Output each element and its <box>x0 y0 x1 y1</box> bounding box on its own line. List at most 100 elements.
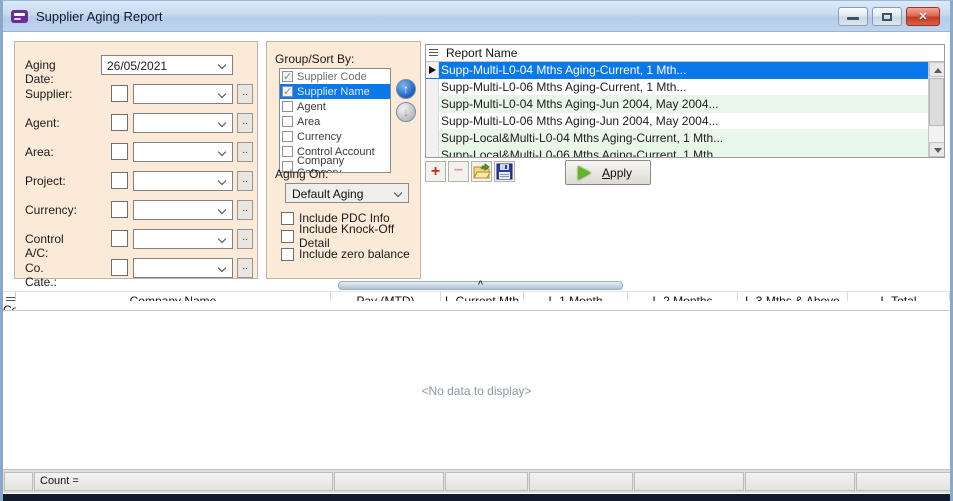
add-report-button[interactable]: + <box>425 161 446 182</box>
app-icon <box>11 10 28 23</box>
column-header-l-1-month[interactable]: L-1 Month <box>524 292 628 301</box>
arrow-down-icon: ↓ <box>397 105 415 119</box>
project-browse-button[interactable]: .. <box>237 171 253 191</box>
report-list-scrollbar[interactable] <box>928 62 944 157</box>
currency-combobox[interactable] <box>133 200 233 220</box>
include-zero-balance-checkbox[interactable]: Include zero balance <box>281 246 410 262</box>
report-row-selected[interactable]: Supp-Multi-L0-04 Mths Aging-Current, 1 M… <box>426 62 929 79</box>
column-header-l-total[interactable]: L-Total <box>848 292 950 301</box>
control-ac-browse-button[interactable]: .. <box>237 229 253 249</box>
co-cate-checkbox[interactable] <box>111 259 128 276</box>
collapse-arrow-icon: ^ <box>478 279 483 289</box>
save-report-button[interactable] <box>494 161 515 182</box>
currency-browse-button[interactable]: .. <box>237 200 253 220</box>
report-row-clipped[interactable]: Supp-Local&Multi-L0-06 Mths Aging-Curren… <box>426 147 929 157</box>
row-indicator <box>426 130 439 146</box>
column-header-col06[interactable]: Col.06 <box>3 301 16 310</box>
unchecked-checkbox[interactable] <box>282 116 293 127</box>
no-data-message: <No data to display> <box>3 384 950 398</box>
area-checkbox[interactable] <box>111 143 128 160</box>
play-triangle-icon <box>578 166 591 180</box>
column-header-l-3-mths-above[interactable]: L-3 Mths & Above <box>738 292 848 301</box>
triangle-down-icon <box>934 148 942 153</box>
column-header-l-2-months[interactable]: L-2 Months <box>628 292 738 301</box>
co-cate-label: Co. Cate.: <box>25 261 57 289</box>
report-row[interactable]: Supp-Local&Multi-L0-04 Mths Aging-Curren… <box>426 130 929 147</box>
close-button[interactable]: ✕ <box>906 7 940 26</box>
apply-button[interactable]: Apply <box>565 160 651 185</box>
aging-date-value: 26/05/2021 <box>107 59 167 73</box>
row-indicator <box>426 96 439 112</box>
co-cate-browse-button[interactable]: .. <box>237 258 253 278</box>
report-toolbar: + − <box>425 161 515 183</box>
agent-browse-button[interactable]: .. <box>237 113 253 133</box>
footer-count-cell: Count = <box>34 472 333 491</box>
save-floppy-icon <box>495 162 514 181</box>
report-name-column-header[interactable]: Report Name <box>426 45 944 62</box>
chevron-down-icon <box>218 90 226 98</box>
group-sort-item-supplier-name[interactable]: Supplier Name <box>280 84 390 99</box>
collapse-splitter[interactable]: ^ <box>338 281 623 290</box>
column-header-company-name[interactable]: Company Name <box>16 292 331 301</box>
chevron-down-icon <box>218 264 226 272</box>
minimize-button[interactable] <box>838 7 868 26</box>
move-up-button[interactable]: ↑ <box>396 79 416 99</box>
scroll-down-button[interactable] <box>929 142 945 157</box>
client-area: Aging Date: 26/05/2021 Supplier: .. Agen… <box>3 33 950 495</box>
area-browse-button[interactable]: .. <box>237 142 253 162</box>
row-indicator <box>426 147 439 157</box>
aging-on-value: Default Aging <box>292 187 363 201</box>
chevron-down-icon <box>218 177 226 185</box>
group-sort-item-agent[interactable]: Agent <box>280 99 390 114</box>
row-indicator <box>426 62 439 78</box>
triangle-up-icon <box>934 68 942 73</box>
row-indicator <box>426 79 439 95</box>
results-grid-body: <No data to display> <box>3 312 950 468</box>
unchecked-checkbox[interactable] <box>282 101 293 112</box>
supplier-combobox[interactable] <box>133 84 233 104</box>
checked-checkbox[interactable] <box>282 71 293 82</box>
chevron-down-icon <box>218 148 226 156</box>
remove-report-button[interactable]: − <box>448 161 469 182</box>
aging-on-combobox[interactable]: Default Aging <box>285 183 409 203</box>
report-row[interactable]: Supp-Multi-L0-06 Mths Aging-Current, 1 M… <box>426 79 929 96</box>
currency-checkbox[interactable] <box>111 201 128 218</box>
open-report-button[interactable] <box>471 161 492 182</box>
column-header-pay-mtd[interactable]: Pay (MTD) <box>331 292 441 301</box>
agent-combobox[interactable] <box>133 113 233 133</box>
title-bar: Supplier Aging Report ✕ <box>3 1 950 32</box>
grid-indicator-cell <box>3 292 16 301</box>
group-sort-item-supplier-code[interactable]: Supplier Code <box>280 69 390 84</box>
area-combobox[interactable] <box>133 142 233 162</box>
report-row[interactable]: Supp-Multi-L0-06 Mths Aging-Jun 2004, Ma… <box>426 113 929 130</box>
unchecked-checkbox[interactable] <box>282 146 293 157</box>
currency-label: Currency: <box>25 203 77 217</box>
agent-checkbox[interactable] <box>111 114 128 131</box>
group-sort-item-area[interactable]: Area <box>280 114 390 129</box>
report-row[interactable]: Supp-Multi-L0-04 Mths Aging-Jun 2004, Ma… <box>426 96 929 113</box>
aging-date-label: Aging Date: <box>25 58 56 86</box>
footer-cell <box>334 472 444 491</box>
group-sort-item-currency[interactable]: Currency <box>280 129 390 144</box>
maximize-button[interactable] <box>872 7 902 26</box>
supplier-browse-button[interactable]: .. <box>237 84 253 104</box>
footer-cell <box>634 472 744 491</box>
row-indicator-icon <box>429 49 438 58</box>
unchecked-checkbox[interactable] <box>282 131 293 142</box>
column-header-l-current-mth[interactable]: L-Current Mth <box>441 292 524 301</box>
footer-cell <box>745 472 855 491</box>
footer-indicator-cell <box>4 472 33 491</box>
control-ac-combobox[interactable] <box>133 229 233 249</box>
include-knock-off-detail-checkbox[interactable]: Include Knock-Off Detail <box>281 228 420 244</box>
checked-checkbox[interactable] <box>282 86 293 97</box>
project-checkbox[interactable] <box>111 172 128 189</box>
chevron-down-icon <box>218 206 226 214</box>
aging-date-combobox[interactable]: 26/05/2021 <box>101 55 233 75</box>
scroll-up-button[interactable] <box>929 62 945 77</box>
control-ac-checkbox[interactable] <box>111 230 128 247</box>
co-cate-combobox[interactable] <box>133 258 233 278</box>
scrollbar-thumb[interactable] <box>929 78 944 126</box>
project-combobox[interactable] <box>133 171 233 191</box>
supplier-checkbox[interactable] <box>111 85 128 102</box>
move-down-button[interactable]: ↓ <box>396 102 416 122</box>
